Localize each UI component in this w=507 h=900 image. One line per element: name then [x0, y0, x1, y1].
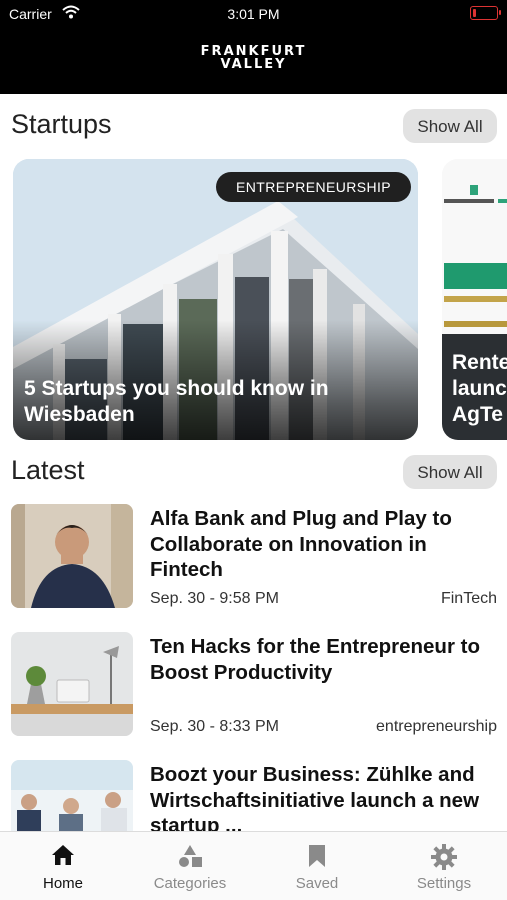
gear-icon	[431, 844, 457, 875]
article-date: Sep. 30 - 8:33 PM	[150, 718, 279, 735]
article-title: Boozt your Business: Zühlke and Wirtscha…	[150, 763, 480, 832]
category-tag: ENTREPRENEURSHIP	[216, 172, 411, 202]
startup-card-partial[interactable]: Rente launc AgTe	[442, 159, 507, 440]
article-title: Ten Hacks for the Entrepreneur to Boost …	[150, 635, 480, 684]
startup-card[interactable]: ENTREPRENEURSHIP 5 Startups you should k…	[13, 159, 418, 440]
status-time: 3:01 PM	[227, 6, 280, 22]
latest-show-all-button[interactable]: Show All	[403, 455, 497, 489]
article-thumbnail	[11, 760, 133, 832]
startups-show-all-button[interactable]: Show All	[403, 109, 497, 143]
status-bar: Carrier 3:01 PM	[0, 0, 507, 28]
article-date: Sep. 30 - 9:58 PM	[150, 590, 279, 607]
article-item[interactable]: Ten Hacks for the Entrepreneur to Boost …	[0, 632, 507, 742]
article-item[interactable]: Alfa Bank and Plug and Play to Collabora…	[0, 504, 507, 614]
article-thumbnail	[11, 632, 133, 736]
battery-icon	[470, 6, 501, 20]
home-icon	[51, 844, 75, 871]
categories-icon	[177, 844, 203, 873]
article-category: FinTech	[440, 590, 497, 607]
tab-bar: Home Categories Saved Settings	[0, 831, 507, 900]
logo-line-2: VALLEY	[220, 57, 287, 72]
card-title: 5 Startups you should know in Wiesbaden	[24, 377, 329, 426]
tab-categories[interactable]: Categories	[127, 832, 253, 900]
latest-heading: Latest	[11, 455, 85, 485]
tab-categories-label: Categories	[153, 875, 227, 892]
tab-settings-label: Settings	[416, 875, 472, 892]
tab-home[interactable]: Home	[0, 832, 126, 900]
startups-heading: Startups	[11, 109, 112, 139]
tab-settings[interactable]: Settings	[381, 832, 507, 900]
article-thumbnail	[11, 504, 133, 608]
app-logo: FRANKFURT VALLEY	[0, 45, 507, 71]
tab-saved[interactable]: Saved	[254, 832, 380, 900]
bookmark-icon	[308, 844, 326, 873]
top-bar: Carrier 3:01 PM FRANKFURT VALLEY	[0, 0, 507, 94]
tab-saved-label: Saved	[295, 875, 339, 892]
article-title: Alfa Bank and Plug and Play to Collabora…	[150, 507, 452, 581]
article-category: entrepreneurship	[376, 718, 497, 735]
card-title-partial: Rente launc AgTe	[452, 351, 507, 426]
article-item[interactable]: Boozt your Business: Zühlke and Wirtscha…	[0, 760, 507, 832]
tab-home-label: Home	[42, 875, 83, 892]
